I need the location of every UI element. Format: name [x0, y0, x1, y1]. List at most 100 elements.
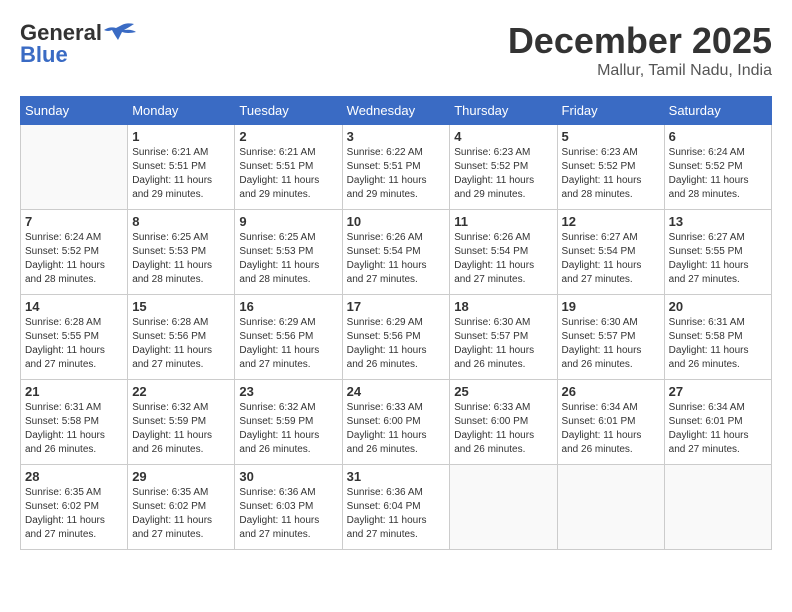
calendar-cell: 21 Sunrise: 6:31 AMSunset: 5:58 PMDayligh… [21, 380, 128, 465]
calendar-cell: 29 Sunrise: 6:35 AMSunset: 6:02 PMDayligh… [128, 465, 235, 550]
day-number: 20 [669, 299, 767, 314]
day-number: 12 [562, 214, 660, 229]
header-sunday: Sunday [21, 97, 128, 125]
day-info: Sunrise: 6:26 AMSunset: 5:54 PMDaylight:… [454, 231, 552, 287]
calendar-cell: 8 Sunrise: 6:25 AMSunset: 5:53 PMDaylight… [128, 210, 235, 295]
day-info: Sunrise: 6:31 AMSunset: 5:58 PMDaylight:… [669, 316, 767, 372]
calendar-cell: 24 Sunrise: 6:33 AMSunset: 6:00 PMDayligh… [342, 380, 450, 465]
day-info: Sunrise: 6:35 AMSunset: 6:02 PMDaylight:… [25, 486, 123, 542]
calendar-cell: 20 Sunrise: 6:31 AMSunset: 5:58 PMDayligh… [664, 295, 771, 380]
calendar-cell: 19 Sunrise: 6:30 AMSunset: 5:57 PMDayligh… [557, 295, 664, 380]
day-info: Sunrise: 6:21 AMSunset: 5:51 PMDaylight:… [239, 146, 337, 202]
calendar-cell: 16Sunrise: 6:29 AMSunset: 5:56 PMDayligh… [235, 295, 342, 380]
day-info: Sunrise: 6:23 AMSunset: 5:52 PMDaylight:… [454, 146, 552, 202]
day-number: 27 [669, 384, 767, 399]
day-number: 7 [25, 214, 123, 229]
day-info: Sunrise: 6:27 AMSunset: 5:54 PMDaylight:… [562, 231, 660, 287]
calendar-week-row: 14 Sunrise: 6:28 AMSunset: 5:55 PMDayligh… [21, 295, 772, 380]
calendar-cell: 10Sunrise: 6:26 AMSunset: 5:54 PMDayligh… [342, 210, 450, 295]
calendar-cell: 11 Sunrise: 6:26 AMSunset: 5:54 PMDayligh… [450, 210, 557, 295]
day-info: Sunrise: 6:36 AMSunset: 6:04 PMDaylight:… [347, 486, 446, 542]
calendar-cell [21, 125, 128, 210]
day-number: 19 [562, 299, 660, 314]
day-info: Sunrise: 6:36 AMSunset: 6:03 PMDaylight:… [239, 486, 337, 542]
day-number: 17 [347, 299, 446, 314]
day-number: 14 [25, 299, 123, 314]
calendar-cell: 18 Sunrise: 6:30 AMSunset: 5:57 PMDayligh… [450, 295, 557, 380]
day-info: Sunrise: 6:25 AMSunset: 5:53 PMDaylight:… [239, 231, 337, 287]
header-thursday: Thursday [450, 97, 557, 125]
calendar-cell: 27 Sunrise: 6:34 AMSunset: 6:01 PMDayligh… [664, 380, 771, 465]
day-number: 13 [669, 214, 767, 229]
day-number: 22 [132, 384, 230, 399]
calendar-week-row: 7 Sunrise: 6:24 AMSunset: 5:52 PMDaylight… [21, 210, 772, 295]
day-info: Sunrise: 6:29 AMSunset: 5:56 PMDaylight:… [347, 316, 446, 372]
calendar-cell: 14 Sunrise: 6:28 AMSunset: 5:55 PMDayligh… [21, 295, 128, 380]
calendar-cell: 2Sunrise: 6:21 AMSunset: 5:51 PMDaylight… [235, 125, 342, 210]
calendar-cell: 9 Sunrise: 6:25 AMSunset: 5:53 PMDaylight… [235, 210, 342, 295]
title-section: December 2025 Mallur, Tamil Nadu, India [508, 20, 772, 80]
day-number: 10 [347, 214, 446, 229]
logo-bird-icon [104, 22, 136, 44]
calendar-week-row: 21 Sunrise: 6:31 AMSunset: 5:58 PMDayligh… [21, 380, 772, 465]
calendar-cell: 28Sunrise: 6:35 AMSunset: 6:02 PMDayligh… [21, 465, 128, 550]
day-info: Sunrise: 6:29 AMSunset: 5:56 PMDaylight:… [239, 316, 337, 372]
calendar-header-row: Sunday Monday Tuesday Wednesday Thursday… [21, 97, 772, 125]
day-number: 26 [562, 384, 660, 399]
day-number: 5 [562, 129, 660, 144]
day-info: Sunrise: 6:21 AMSunset: 5:51 PMDaylight:… [132, 146, 230, 202]
calendar-cell: 23Sunrise: 6:32 AMSunset: 5:59 PMDayligh… [235, 380, 342, 465]
day-info: Sunrise: 6:24 AMSunset: 5:52 PMDaylight:… [25, 231, 123, 287]
calendar-cell: 5 Sunrise: 6:23 AMSunset: 5:52 PMDaylight… [557, 125, 664, 210]
calendar-cell: 13 Sunrise: 6:27 AMSunset: 5:55 PMDayligh… [664, 210, 771, 295]
calendar-cell: 30 Sunrise: 6:36 AMSunset: 6:03 PMDayligh… [235, 465, 342, 550]
month-title: December 2025 [508, 20, 772, 62]
day-info: Sunrise: 6:27 AMSunset: 5:55 PMDaylight:… [669, 231, 767, 287]
day-info: Sunrise: 6:24 AMSunset: 5:52 PMDaylight:… [669, 146, 767, 202]
location-subtitle: Mallur, Tamil Nadu, India [508, 62, 772, 80]
header-tuesday: Tuesday [235, 97, 342, 125]
day-info: Sunrise: 6:31 AMSunset: 5:58 PMDaylight:… [25, 401, 123, 457]
calendar-cell: 4Sunrise: 6:23 AMSunset: 5:52 PMDaylight… [450, 125, 557, 210]
day-info: Sunrise: 6:30 AMSunset: 5:57 PMDaylight:… [454, 316, 552, 372]
day-info: Sunrise: 6:35 AMSunset: 6:02 PMDaylight:… [132, 486, 230, 542]
calendar-cell: 26Sunrise: 6:34 AMSunset: 6:01 PMDayligh… [557, 380, 664, 465]
day-number: 9 [239, 214, 337, 229]
logo-blue-text: Blue [20, 42, 68, 68]
day-number: 15 [132, 299, 230, 314]
header-friday: Friday [557, 97, 664, 125]
day-info: Sunrise: 6:30 AMSunset: 5:57 PMDaylight:… [562, 316, 660, 372]
day-number: 29 [132, 469, 230, 484]
calendar-cell: 7 Sunrise: 6:24 AMSunset: 5:52 PMDaylight… [21, 210, 128, 295]
day-number: 8 [132, 214, 230, 229]
day-number: 30 [239, 469, 337, 484]
day-number: 21 [25, 384, 123, 399]
day-number: 11 [454, 214, 552, 229]
calendar-week-row: 28Sunrise: 6:35 AMSunset: 6:02 PMDayligh… [21, 465, 772, 550]
calendar-week-row: 1 Sunrise: 6:21 AMSunset: 5:51 PMDaylight… [21, 125, 772, 210]
calendar-cell: 12 Sunrise: 6:27 AMSunset: 5:54 PMDayligh… [557, 210, 664, 295]
day-number: 31 [347, 469, 446, 484]
day-number: 1 [132, 129, 230, 144]
day-number: 23 [239, 384, 337, 399]
header-monday: Monday [128, 97, 235, 125]
day-info: Sunrise: 6:25 AMSunset: 5:53 PMDaylight:… [132, 231, 230, 287]
day-info: Sunrise: 6:23 AMSunset: 5:52 PMDaylight:… [562, 146, 660, 202]
calendar-cell: 31 Sunrise: 6:36 AMSunset: 6:04 PMDayligh… [342, 465, 450, 550]
page-header: General Blue December 2025 Mallur, Tamil… [20, 20, 772, 80]
day-number: 24 [347, 384, 446, 399]
calendar-cell: 25Sunrise: 6:33 AMSunset: 6:00 PMDayligh… [450, 380, 557, 465]
day-info: Sunrise: 6:28 AMSunset: 5:55 PMDaylight:… [25, 316, 123, 372]
day-info: Sunrise: 6:33 AMSunset: 6:00 PMDaylight:… [347, 401, 446, 457]
calendar-cell: 3Sunrise: 6:22 AMSunset: 5:51 PMDaylight… [342, 125, 450, 210]
calendar-cell: 17 Sunrise: 6:29 AMSunset: 5:56 PMDayligh… [342, 295, 450, 380]
day-info: Sunrise: 6:28 AMSunset: 5:56 PMDaylight:… [132, 316, 230, 372]
calendar-cell: 6 Sunrise: 6:24 AMSunset: 5:52 PMDaylight… [664, 125, 771, 210]
day-number: 3 [347, 129, 446, 144]
calendar-cell [450, 465, 557, 550]
day-number: 6 [669, 129, 767, 144]
logo: General Blue [20, 20, 136, 68]
day-number: 18 [454, 299, 552, 314]
calendar-cell [664, 465, 771, 550]
day-info: Sunrise: 6:34 AMSunset: 6:01 PMDaylight:… [669, 401, 767, 457]
